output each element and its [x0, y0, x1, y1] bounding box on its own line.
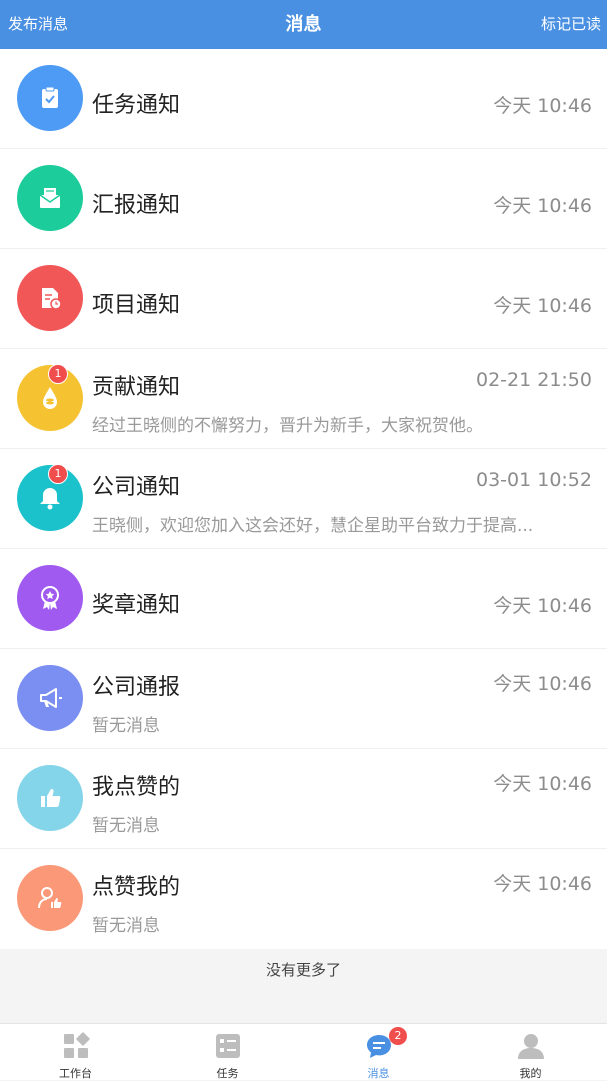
megaphone-icon	[17, 665, 83, 731]
message-time: 今天 10:46	[493, 295, 592, 317]
tab-messages[interactable]: 2 消息	[303, 1024, 454, 1081]
message-preview: 王晓侧，欢迎您加入这会还好，慧企星助平台致力于提高...	[92, 516, 534, 536]
message-title: 项目通知	[92, 293, 181, 318]
message-title: 贡献通知	[92, 375, 181, 400]
message-time: 今天 10:46	[493, 195, 592, 217]
message-title: 我点赞的	[92, 775, 181, 800]
message-preview: 暂无消息	[92, 716, 160, 736]
tab-label: 我的	[519, 1067, 542, 1080]
medal-icon	[17, 565, 83, 631]
message-list: 任务通知 今天 10:46 汇报通知 今天 10:46 项目通知 今天 10:4…	[0, 49, 607, 949]
message-item-my-likes[interactable]: 我点赞的 今天 10:46 暂无消息	[0, 749, 607, 849]
message-title: 公司通知	[92, 475, 181, 500]
tab-workbench[interactable]: 工作台	[0, 1024, 151, 1081]
message-item-project[interactable]: 项目通知 今天 10:46	[0, 249, 607, 349]
tab-tasks[interactable]: 任务	[152, 1024, 303, 1081]
message-item-contribution[interactable]: 1 贡献通知 02-21 21:50 经过王晓侧的不懈努力，晋升为新手，大家祝贺…	[0, 349, 607, 449]
message-title: 汇报通知	[92, 193, 181, 218]
message-preview: 暂无消息	[92, 816, 160, 836]
unread-badge: 1	[48, 364, 68, 384]
message-item-medal[interactable]: 奖章通知 今天 10:46	[0, 549, 607, 649]
grid-icon	[63, 1032, 90, 1058]
message-title: 奖章通知	[92, 593, 181, 618]
message-time: 今天 10:46	[493, 95, 592, 117]
tab-label: 消息	[367, 1067, 390, 1080]
message-item-company-bulletin[interactable]: 公司通报 今天 10:46 暂无消息	[0, 649, 607, 749]
top-bar: 发布消息 消息 标记已读	[0, 0, 607, 49]
message-time: 今天 10:46	[493, 595, 592, 617]
message-time: 今天 10:46	[493, 873, 592, 895]
message-item-report[interactable]: 汇报通知 今天 10:46	[0, 149, 607, 249]
user-like-icon	[17, 865, 83, 931]
mark-read-button[interactable]: 标记已读	[541, 0, 601, 49]
message-title: 点赞我的	[92, 875, 181, 900]
message-title: 任务通知	[92, 93, 181, 118]
document-clock-icon	[17, 265, 83, 331]
bottom-tab-bar: 工作台 任务 2 消息 我的	[0, 1023, 607, 1080]
message-title: 公司通报	[92, 675, 181, 700]
message-time: 今天 10:46	[493, 673, 592, 695]
message-preview: 暂无消息	[92, 916, 160, 936]
no-more-text: 没有更多了	[0, 950, 607, 1023]
message-item-task[interactable]: 任务通知 今天 10:46	[0, 49, 607, 149]
clipboard-check-icon	[17, 65, 83, 131]
envelope-icon	[17, 165, 83, 231]
message-item-liked-me[interactable]: 点赞我的 今天 10:46 暂无消息	[0, 849, 607, 949]
unread-badge: 1	[48, 464, 68, 484]
message-time: 02-21 21:50	[475, 369, 592, 391]
thumbs-up-icon	[17, 765, 83, 831]
message-item-company-notice[interactable]: 1 公司通知 03-01 10:52 王晓侧，欢迎您加入这会还好，慧企星助平台致…	[0, 449, 607, 549]
user-icon	[517, 1034, 544, 1059]
tab-mine[interactable]: 我的	[455, 1024, 606, 1081]
task-list-icon	[215, 1034, 240, 1058]
message-preview: 经过王晓侧的不懈努力，晋升为新手，大家祝贺他。	[92, 416, 483, 436]
tab-label: 任务	[216, 1067, 239, 1080]
tab-badge: 2	[389, 1027, 407, 1045]
tab-label: 工作台	[59, 1067, 92, 1080]
message-time: 今天 10:46	[493, 773, 592, 795]
message-time: 03-01 10:52	[475, 469, 592, 491]
page-title: 消息	[285, 14, 322, 35]
